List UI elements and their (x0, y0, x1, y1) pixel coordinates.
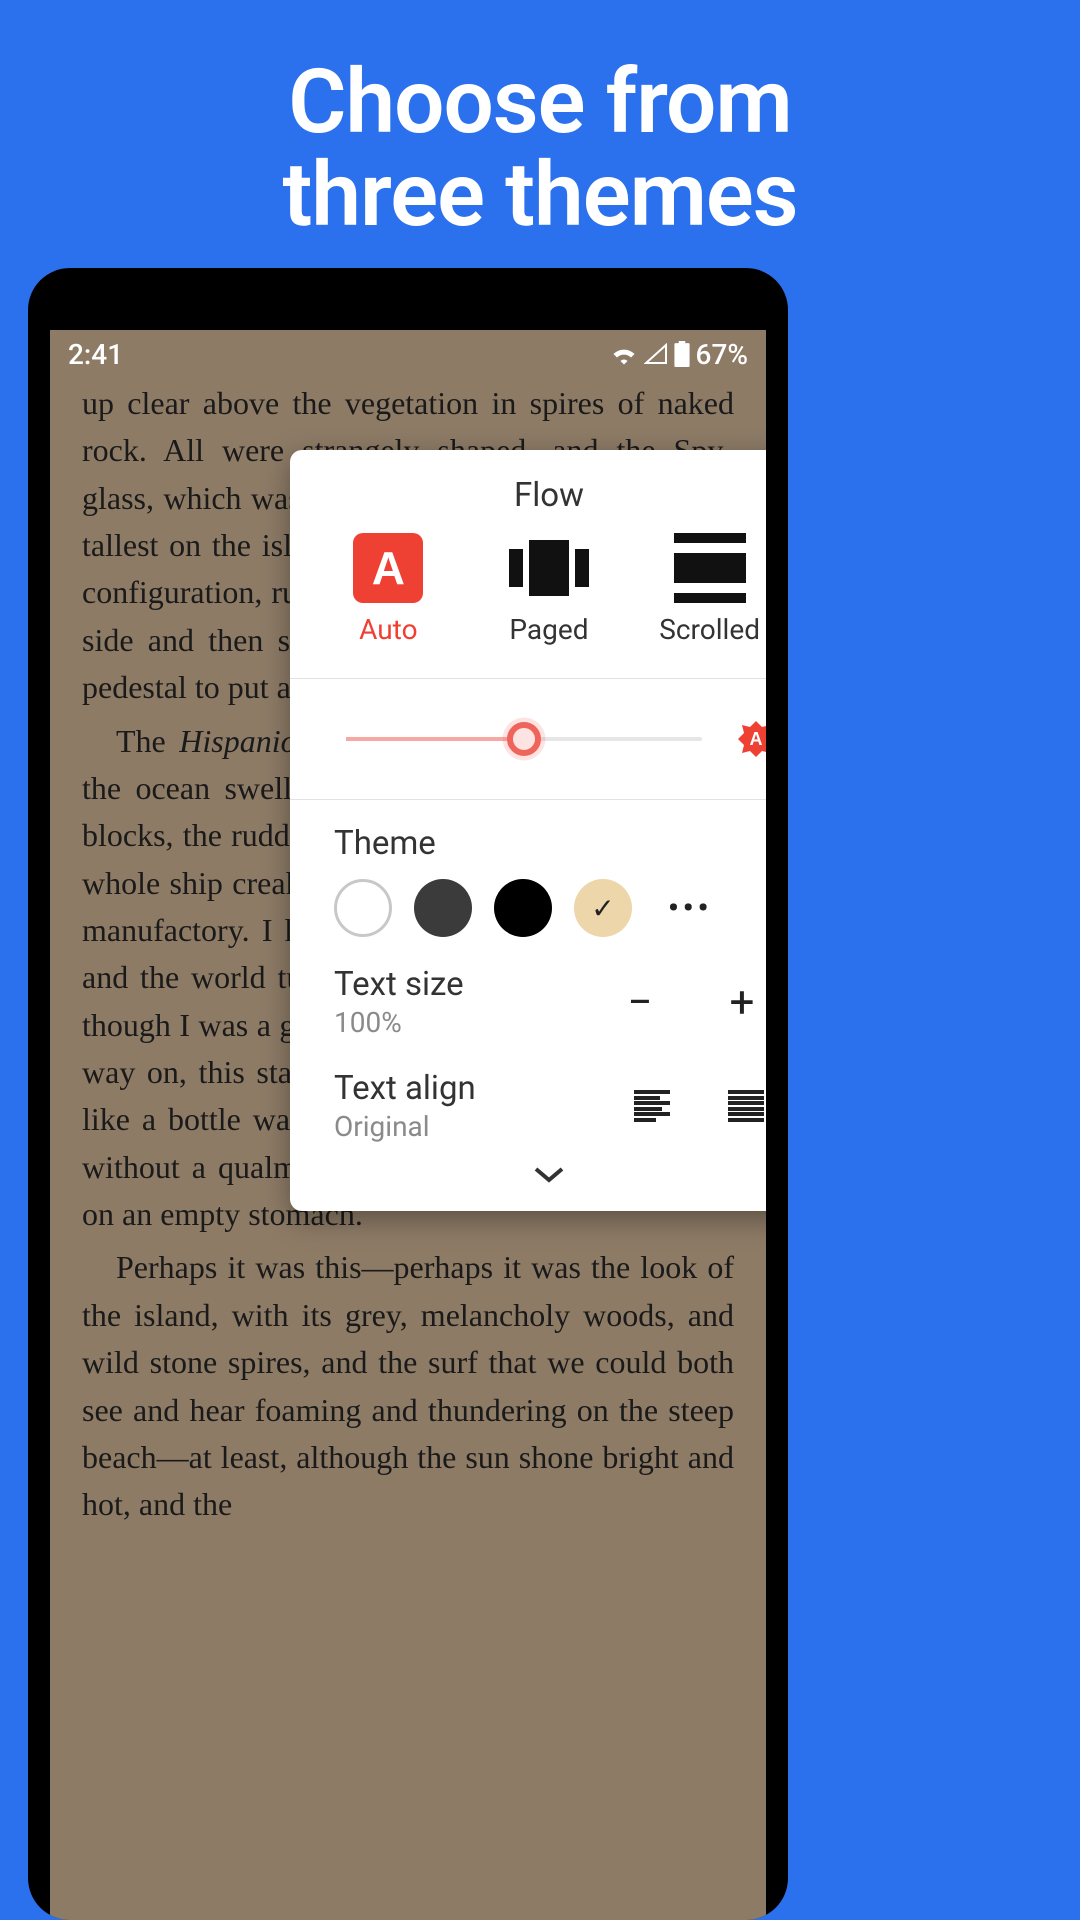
display-settings-panel: Flow A Auto Paged Scrolled (290, 450, 766, 1211)
align-left-button[interactable] (634, 1090, 670, 1122)
text-size-decrease-button[interactable]: − (618, 980, 662, 1024)
chevron-down-icon (532, 1165, 566, 1185)
flow-option-label: Auto (359, 613, 417, 646)
align-justify-button[interactable] (728, 1090, 764, 1122)
text-align-row: Text align Original (290, 1047, 766, 1151)
flow-option-auto[interactable]: A Auto (318, 533, 458, 646)
flow-option-label: Paged (509, 613, 588, 646)
brightness-slider[interactable] (346, 737, 702, 741)
theme-section: Theme ✓ ••• (290, 800, 766, 943)
text-align-label: Text align (334, 1069, 476, 1108)
text-align-value: Original (334, 1110, 476, 1143)
status-right: 67% (610, 338, 748, 371)
flow-auto-icon: A (353, 533, 423, 603)
status-bar: 2:41 67% (50, 330, 766, 374)
flow-scrolled-icon (674, 533, 746, 603)
auto-brightness-icon: A (736, 719, 766, 759)
text-size-label: Text size (334, 965, 464, 1004)
theme-swatch-sepia[interactable]: ✓ (574, 879, 632, 937)
more-themes-button[interactable]: ••• (668, 891, 712, 926)
reader-screen: 2:41 67% up clear above the vegetation i… (50, 330, 766, 1920)
auto-brightness-button[interactable]: A (736, 719, 766, 759)
flow-options: A Auto Paged Scrolled (290, 529, 766, 678)
slider-thumb[interactable] (507, 722, 541, 756)
theme-swatches: ✓ ••• (334, 879, 764, 937)
signal-icon (644, 343, 668, 365)
device-side-button (786, 594, 788, 704)
promo-title: Choose from three themes (0, 0, 1080, 242)
status-time: 2:41 (68, 338, 123, 371)
text-size-value: 100% (334, 1006, 464, 1039)
device-frame: 2:41 67% up clear above the vegetation i… (28, 268, 788, 1920)
theme-label: Theme (334, 824, 764, 863)
promo-line-1: Choose from (288, 49, 791, 154)
reader-paragraph: Perhaps it was this—perhaps it was the l… (82, 1244, 734, 1528)
theme-swatch-black[interactable] (494, 879, 552, 937)
battery-percent: 67% (696, 338, 748, 371)
flow-option-scrolled[interactable]: Scrolled (640, 533, 766, 646)
promo-line-2: three themes (282, 142, 797, 247)
check-icon: ✓ (591, 892, 614, 925)
slider-fill (346, 737, 524, 741)
panel-title: Flow (290, 450, 766, 529)
flow-option-label: Scrolled (659, 613, 760, 646)
flow-paged-icon (509, 533, 589, 603)
text-size-increase-button[interactable]: + (720, 980, 764, 1024)
theme-swatch-white[interactable] (334, 879, 392, 937)
brightness-row: A (290, 679, 766, 799)
expand-panel-button[interactable] (290, 1151, 766, 1211)
flow-option-paged[interactable]: Paged (479, 533, 619, 646)
text-size-row: Text size 100% − + (290, 943, 766, 1047)
battery-icon (674, 341, 690, 367)
svg-text:A: A (750, 729, 763, 749)
wifi-icon (610, 343, 638, 365)
theme-swatch-grey[interactable] (414, 879, 472, 937)
